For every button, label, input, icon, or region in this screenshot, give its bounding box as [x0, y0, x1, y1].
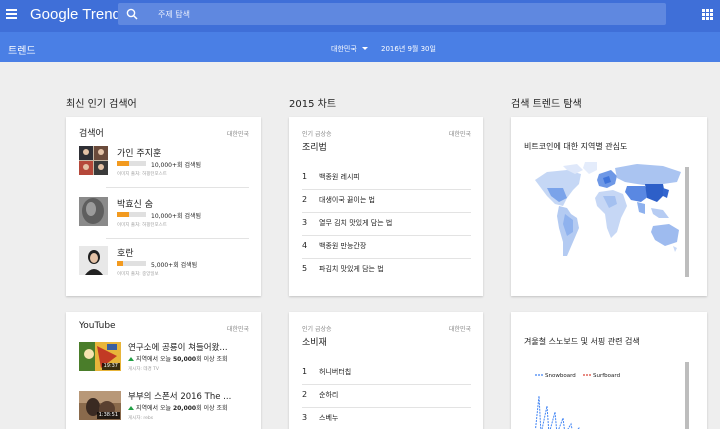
column-title-explore: 검색 트렌드 탐색 — [511, 99, 582, 110]
search-count: 5,000+회 검색됨 — [151, 262, 198, 269]
chart-list-item[interactable]: 3 열무 김치 맛있게 담는 법 — [302, 213, 472, 235]
search-item-title[interactable]: 가인 주지훈 — [117, 146, 161, 159]
card-region: 대한민국 — [448, 326, 471, 333]
column-title-latest: 최신 인기 검색어 — [66, 99, 137, 110]
apps-grid-icon[interactable] — [702, 9, 713, 20]
search-item[interactable]: 가인 주지훈 10,000+회 검색됨 이미지 출처: 허핑턴포스트 — [79, 146, 249, 192]
chart-list-item[interactable]: 2 순하리 — [302, 385, 472, 407]
legend-surfboard-label: Surfboard — [593, 373, 620, 379]
explore-title[interactable]: 비트코인에 대한 지역별 관심도 — [524, 141, 627, 152]
rank-label[interactable]: 허니버터칩 — [319, 367, 351, 377]
search-input[interactable] — [158, 6, 638, 22]
rank-number: 4 — [302, 241, 308, 250]
rank-label[interactable]: 스베누 — [319, 413, 338, 423]
sub-header: 트렌드 대한민국 2016년 9월 30일 — [0, 32, 720, 62]
trending-searches-card: 검색어 대한민국 가인 주지훈 10,000+회 검색됨 이미지 출처: 허핑턴… — [66, 117, 261, 296]
card-subtitle: 인기 급상승 — [302, 326, 332, 333]
rank-label[interactable]: 대생이국 끓이는 법 — [319, 195, 375, 205]
chart-list-item[interactable]: 5 파김치 맛있게 담는 법 — [302, 259, 472, 281]
chart-list-item[interactable]: 2 대생이국 끓이는 법 — [302, 190, 472, 212]
card-title: 검색어 — [79, 129, 104, 139]
search-icon[interactable] — [126, 8, 138, 20]
video-thumbnail[interactable]: 19:37 — [79, 342, 121, 371]
explore-seasonal-card[interactable]: 겨울철 스노보드 및 서핑 관련 검색 Snowboard Surfboard — [511, 312, 707, 429]
explore-map-card[interactable]: 비트코인에 대한 지역별 관심도 — [511, 117, 707, 296]
search-volume-bar — [117, 261, 146, 266]
divider — [106, 187, 249, 188]
explore-title[interactable]: 겨울철 스노보드 및 서핑 관련 검색 — [524, 336, 640, 347]
search-volume-bar — [117, 212, 146, 217]
chevron-down-icon[interactable] — [362, 47, 368, 50]
rank-number: 1 — [302, 367, 308, 376]
card-title: 조리법 — [302, 143, 327, 153]
app-header: Google Trends — [0, 0, 720, 32]
rank-number: 3 — [302, 218, 308, 227]
recipe-chart-card: 인기 급상승 대한민국 조리법 1 백종원 레시피 2 대생이국 끓이는 법 3… — [289, 117, 483, 296]
image-source: 이미지 출처: 허핑턴포스트 — [117, 172, 167, 177]
search-volume-bar — [117, 161, 146, 166]
video-publisher: 게시자: 데경 TV — [128, 367, 159, 372]
chart-list-item[interactable]: 3 스베누 — [302, 408, 472, 429]
youtube-card: YouTube 대한민국 19:37 연구소에 공룡이 쳐들어왔... 지역에서… — [66, 312, 261, 429]
video-thumbnail[interactable]: 1:38:51 — [79, 391, 121, 420]
divider — [106, 238, 249, 239]
rank-label[interactable]: 순하리 — [319, 390, 338, 400]
rank-label[interactable]: 열무 김치 맛있게 담는 법 — [319, 218, 392, 228]
search-item[interactable]: 박효신 숨 10,000+회 검색됨 이미지 출처: 허핑턴포스트 — [79, 197, 249, 243]
column-title-2015-chart: 2015 차트 — [289, 99, 337, 110]
region-selector[interactable]: 대한민국 — [331, 44, 357, 54]
rank-number: 3 — [302, 413, 308, 422]
video-title[interactable]: 부부의 스폰서 2016 The ... — [128, 390, 246, 402]
rank-number: 1 — [302, 172, 308, 181]
search-item-thumbnail — [79, 146, 108, 175]
consumer-chart-card: 인기 급상승 대한민국 소비재 1 허니버터칩 2 순하리 3 스베누 — [289, 312, 483, 429]
rank-label[interactable]: 백종원 레시피 — [319, 172, 360, 182]
video-duration: 19:37 — [101, 363, 120, 370]
search-item[interactable]: 호란 5,000+회 검색됨 이미지 출처: 중앙일보 — [79, 246, 249, 292]
video-duration: 1:38:51 — [96, 412, 120, 419]
page-title: 트렌드 — [8, 46, 36, 57]
rank-number: 2 — [302, 195, 308, 204]
image-source: 이미지 출처: 허핑턴포스트 — [117, 223, 167, 228]
card-region: 대한민국 — [226, 131, 249, 138]
search-item-title[interactable]: 박효신 숨 — [117, 197, 153, 210]
search-item-thumbnail — [79, 246, 108, 275]
search-box[interactable] — [118, 3, 666, 25]
card-region: 대한민국 — [226, 326, 249, 333]
trending-up-icon — [128, 406, 134, 410]
search-item-title[interactable]: 호란 — [117, 246, 134, 259]
card-title: YouTube — [79, 321, 116, 331]
menu-icon[interactable] — [6, 9, 17, 19]
rank-label[interactable]: 백종원 만능간장 — [319, 241, 366, 251]
trending-up-icon — [128, 357, 134, 361]
snowboard-series-line — [535, 395, 580, 429]
video-item[interactable]: 1:38:51 부부의 스폰서 2016 The ... 지역에서 오늘 20,… — [79, 391, 249, 429]
image-source: 이미지 출처: 중앙일보 — [117, 272, 159, 277]
card-subtitle: 인기 급상승 — [302, 131, 332, 138]
date-label: 2016년 9월 30일 — [381, 45, 436, 53]
scrollbar[interactable] — [685, 362, 689, 429]
seasonal-trend-chart: Snowboard Surfboard — [535, 373, 620, 429]
search-item-thumbnail — [79, 197, 108, 226]
chart-list-item[interactable]: 4 백종원 만능간장 — [302, 236, 472, 258]
legend-snowboard-label: Snowboard — [545, 373, 576, 379]
brand-logo[interactable]: Google Trends — [30, 6, 128, 24]
scrollbar[interactable] — [685, 167, 689, 277]
chart-list-item[interactable]: 1 허니버터칩 — [302, 362, 472, 384]
world-map — [535, 162, 681, 256]
card-title: 소비재 — [302, 338, 327, 348]
rank-label[interactable]: 파김치 맛있게 담는 법 — [319, 264, 384, 274]
search-count: 10,000+회 검색됨 — [151, 162, 202, 169]
video-publisher: 게시자: rebs — [128, 416, 154, 421]
rank-number: 5 — [302, 264, 308, 273]
chart-list-item[interactable]: 1 백종원 레시피 — [302, 167, 472, 189]
search-count: 10,000+회 검색됨 — [151, 213, 202, 220]
video-stat: 지역에서 오늘 20,000회 이상 조회 — [128, 403, 228, 412]
video-stat: 지역에서 오늘 50,000회 이상 조회 — [128, 354, 228, 363]
card-region: 대한민국 — [448, 131, 471, 138]
rank-number: 2 — [302, 390, 308, 399]
video-title[interactable]: 연구소에 공룡이 쳐들어왔... — [128, 341, 246, 353]
video-item[interactable]: 19:37 연구소에 공룡이 쳐들어왔... 지역에서 오늘 50,000회 이… — [79, 342, 249, 384]
